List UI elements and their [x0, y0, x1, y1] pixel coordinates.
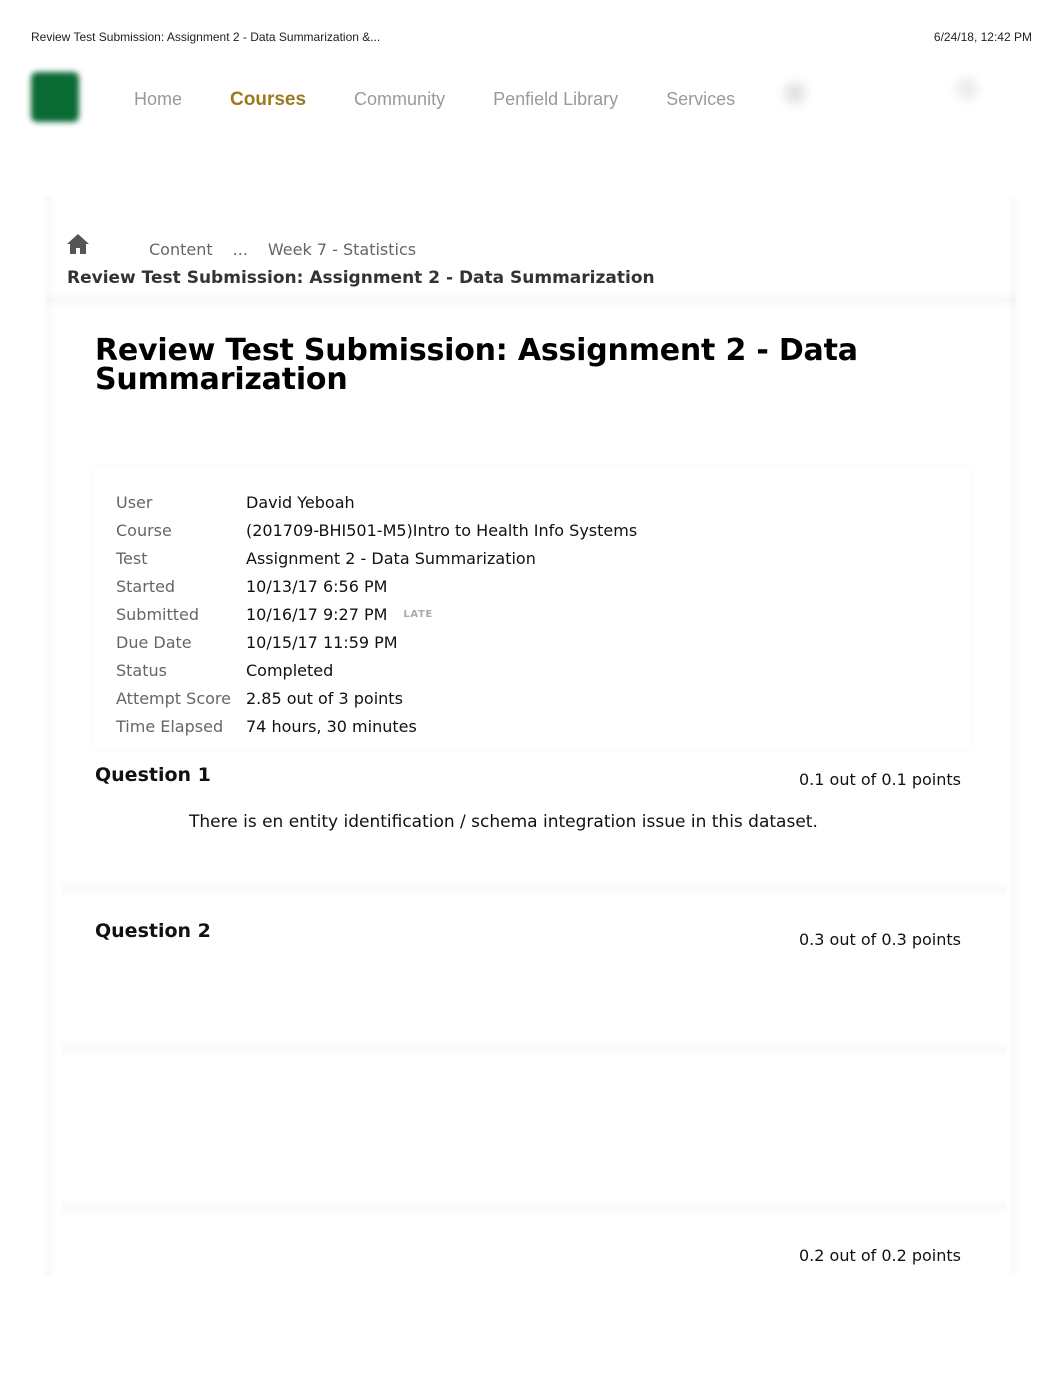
- detail-row-submitted: Submitted 10/16/17 9:27 PM LATE: [116, 600, 637, 628]
- late-badge: LATE: [403, 608, 433, 620]
- detail-label: Course: [116, 520, 172, 540]
- detail-value: 10/16/17 9:27 PM: [246, 604, 388, 624]
- breadcrumb-current: Review Test Submission: Assignment 2 - D…: [67, 268, 655, 288]
- question-1: Question 1 0.1 out of 0.1 points There i…: [62, 762, 1006, 882]
- detail-label: Time Elapsed: [116, 716, 224, 736]
- breadcrumb-ellipsis[interactable]: ...: [233, 240, 248, 259]
- nav-services[interactable]: Services: [666, 89, 735, 110]
- nav-home[interactable]: Home: [134, 89, 182, 110]
- detail-row-time-elapsed: Time Elapsed 74 hours, 30 minutes: [116, 712, 637, 740]
- question-points: 0.2 out of 0.2 points: [799, 1246, 961, 1265]
- question-2: Question 2 0.3 out of 0.3 points: [62, 918, 1006, 1058]
- page-title: Review Test Submission: Assignment 2 - D…: [95, 333, 858, 397]
- detail-value: Completed: [246, 660, 334, 680]
- detail-row-due-date: Due Date 10/15/17 11:59 PM: [116, 628, 637, 656]
- question-title: Question 2: [95, 920, 211, 942]
- detail-row-attempt-score: Attempt Score 2.85 out of 3 points: [116, 684, 637, 712]
- detail-row-test: Test Assignment 2 - Data Summarization: [116, 544, 637, 572]
- question-3: 0.2 out of 0.2 points: [62, 1240, 1006, 1280]
- nav-courses[interactable]: Courses: [230, 89, 306, 111]
- detail-value: 74 hours, 30 minutes: [246, 716, 417, 736]
- detail-label: Submitted: [116, 604, 200, 624]
- question-divider: [62, 880, 1006, 898]
- detail-label: User: [116, 492, 153, 512]
- breadcrumb-content[interactable]: Content: [149, 240, 213, 259]
- home-icon[interactable]: [66, 233, 90, 255]
- detail-label: Started: [116, 576, 176, 596]
- detail-label: Attempt Score: [116, 688, 231, 708]
- detail-label: Due Date: [116, 632, 192, 652]
- breadcrumb-trail: Content ... Week 7 - Statistics: [149, 240, 436, 259]
- print-header: Review Test Submission: Assignment 2 - D…: [31, 30, 1032, 46]
- detail-value: Assignment 2 - Data Summarization: [246, 548, 536, 568]
- question-divider: [62, 1040, 1006, 1058]
- detail-value: (201709-BHI501-M5)Intro to Health Info S…: [246, 520, 638, 540]
- question-title: Question 1: [95, 764, 211, 786]
- print-page-title: Review Test Submission: Assignment 2 - D…: [31, 30, 381, 44]
- detail-label: Status: [116, 660, 167, 680]
- question-points: 0.1 out of 0.1 points: [799, 770, 961, 789]
- question-text: There is en entity identification / sche…: [189, 812, 818, 832]
- nav-community[interactable]: Community: [354, 89, 445, 110]
- detail-value: David Yeboah: [246, 492, 355, 512]
- print-datetime: 6/24/18, 12:42 PM: [933, 30, 1032, 44]
- question-divider: [62, 1198, 1006, 1216]
- user-menu-icon[interactable]: [956, 78, 978, 100]
- detail-value: 10/13/17 6:56 PM: [246, 576, 388, 596]
- notifications-icon[interactable]: [784, 82, 806, 104]
- detail-row-started: Started 10/13/17 6:56 PM: [116, 572, 637, 600]
- breadcrumb-week7[interactable]: Week 7 - Statistics: [268, 240, 416, 259]
- detail-label: Test: [116, 548, 148, 568]
- detail-value: 10/15/17 11:59 PM: [246, 632, 398, 652]
- nav-penfield-library[interactable]: Penfield Library: [493, 89, 618, 110]
- detail-value: 2.85 out of 3 points: [246, 688, 403, 708]
- institution-logo[interactable]: [31, 72, 79, 122]
- detail-row-user: User David Yeboah: [116, 488, 637, 516]
- question-points: 0.3 out of 0.3 points: [799, 930, 961, 949]
- top-navigation: Home Courses Community Penfield Library …: [134, 89, 783, 115]
- detail-row-status: Status Completed: [116, 656, 637, 684]
- submission-details: User David Yeboah Course (201709-BHI501-…: [116, 488, 637, 740]
- detail-row-course: Course (201709-BHI501-M5)Intro to Health…: [116, 516, 637, 544]
